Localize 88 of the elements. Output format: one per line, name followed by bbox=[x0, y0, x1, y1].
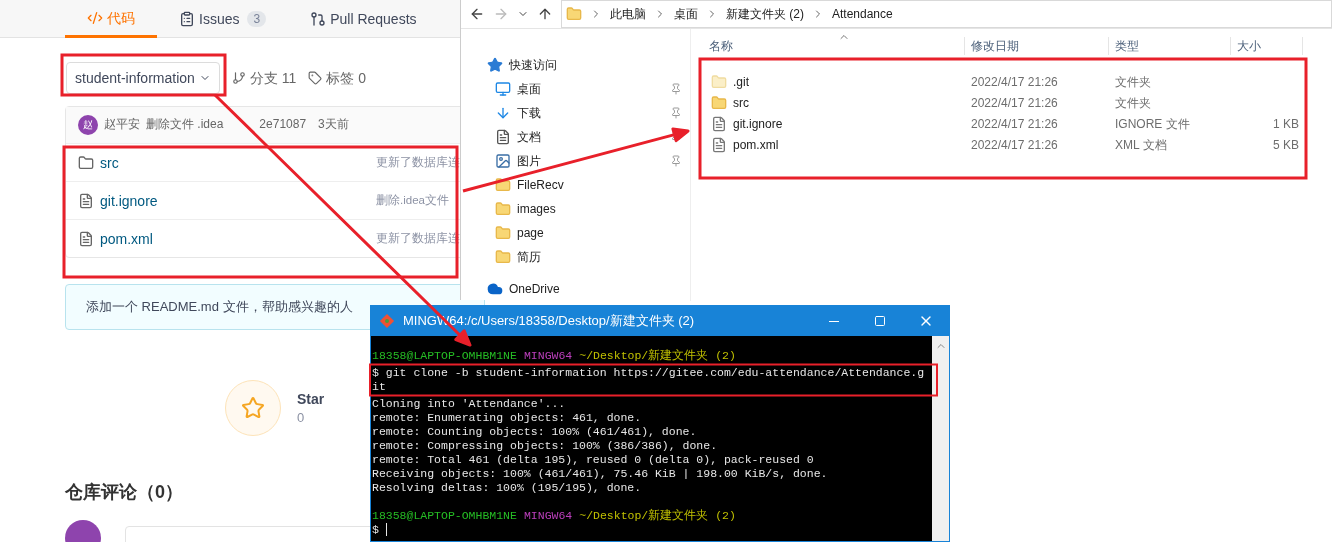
breadcrumb-item[interactable]: 桌面 bbox=[674, 5, 698, 23]
folder-icon bbox=[495, 201, 511, 217]
back-icon[interactable] bbox=[469, 6, 485, 22]
folder-icon bbox=[495, 249, 511, 265]
star-label: Star bbox=[297, 389, 325, 409]
pin-icon bbox=[670, 107, 682, 119]
branch-dropdown[interactable]: student-information bbox=[66, 62, 220, 94]
readme-hint: 添加一个 README.md 文件，帮助感兴趣的人 bbox=[86, 297, 353, 316]
picture-icon bbox=[495, 153, 511, 169]
terminal-output: remote: Counting objects: 100% (461/461), done. bbox=[372, 425, 697, 439]
folder-icon bbox=[495, 225, 511, 241]
star-icon bbox=[487, 57, 503, 73]
prompt-text: MINGW64 bbox=[523, 349, 573, 363]
nav-pane-item[interactable]: 桌面 bbox=[461, 77, 690, 101]
nav-pane-item[interactable]: 快速访问 bbox=[461, 53, 690, 77]
minimize-icon bbox=[829, 320, 839, 322]
terminal-output: Receiving objects: 100% (461/461), 75.46 KiB | 198.00 KiB/s, done. bbox=[372, 467, 828, 481]
terminal-output: it bbox=[372, 380, 386, 394]
file-icon bbox=[78, 192, 94, 209]
pull-request-icon bbox=[310, 11, 327, 27]
column-header[interactable]: 类型 bbox=[1109, 37, 1231, 55]
column-header[interactable]: 修改日期 bbox=[965, 37, 1109, 55]
file-icon bbox=[711, 136, 727, 153]
issues-icon bbox=[179, 11, 195, 27]
breadcrumb-item[interactable]: Attendance bbox=[832, 5, 893, 23]
file-link[interactable]: git.ignore bbox=[100, 190, 158, 211]
file-row[interactable]: git.ignore 2022/4/17 21:26 IGNORE 文件 1 KB bbox=[703, 113, 1332, 134]
last-commit-message: 删除.idea文件 bbox=[376, 193, 449, 209]
folder-icon bbox=[566, 6, 582, 22]
terminal-output: remote: Enumerating objects: 461, done. bbox=[372, 411, 642, 425]
nav-pane-item[interactable]: images bbox=[461, 197, 690, 221]
prompt-text: ~/Desktop/新建文件夹 (2) bbox=[579, 509, 736, 523]
breadcrumb-item[interactable]: 新建文件夹 (2) bbox=[726, 5, 804, 23]
file-row[interactable]: pom.xml 2022/4/17 21:26 XML 文档 5 KB bbox=[703, 134, 1332, 155]
tag-icon bbox=[308, 71, 323, 85]
download-icon bbox=[495, 105, 511, 121]
cloud-icon bbox=[487, 281, 503, 297]
user-avatar: 赵 bbox=[78, 115, 98, 135]
terminal-output: remote: Total 461 (delta 195), reused 0 (delta 0), pack-reused 0 bbox=[372, 453, 814, 467]
terminal-output: $ bbox=[372, 523, 379, 537]
terminal-output: $ git clone -b student-information https://gitee.com/edu-attendance/Attendance.g bbox=[372, 366, 925, 380]
file-icon bbox=[711, 115, 727, 132]
branch-icon bbox=[231, 71, 246, 85]
star-icon bbox=[241, 396, 265, 420]
breadcrumb-item[interactable]: 此电脑 bbox=[610, 5, 646, 23]
file-icon bbox=[78, 230, 94, 247]
file-row[interactable]: src 2022/4/17 21:26 文件夹 bbox=[703, 92, 1332, 113]
prompt-text: 18358@LAPTOP-OMHBM1NE bbox=[372, 349, 517, 363]
terminal-output: remote: Compressing objects: 100% (386/386), done. bbox=[372, 439, 718, 453]
tags-link[interactable]: 标签 0 bbox=[308, 68, 366, 88]
folder-icon bbox=[78, 154, 94, 171]
file-row[interactable]: .git 2022/4/17 21:26 文件夹 bbox=[703, 71, 1332, 92]
pin-icon bbox=[670, 83, 682, 95]
prompt-text: 18358@LAPTOP-OMHBM1NE bbox=[372, 509, 517, 523]
up-icon[interactable] bbox=[537, 6, 553, 22]
repo-tab[interactable]: Pull Requests bbox=[288, 0, 439, 38]
nav-pane-item[interactable]: 图片 bbox=[461, 149, 690, 173]
commit-message: 删除文件 .idea bbox=[146, 116, 224, 134]
desktop-icon bbox=[495, 81, 511, 97]
nav-pane-item[interactable]: page bbox=[461, 221, 690, 245]
document-icon bbox=[495, 129, 511, 145]
count-badge: 3 bbox=[247, 11, 267, 27]
comments-heading: 仓库评论（0） bbox=[65, 481, 183, 504]
text-cursor bbox=[385, 523, 387, 536]
star-count: 0 bbox=[297, 408, 306, 427]
repo-tab[interactable]: Issues 3 bbox=[157, 0, 289, 38]
file-link[interactable]: pom.xml bbox=[100, 228, 153, 249]
address-bar[interactable]: 此电脑 桌面 新建文件夹 (2) Attendance bbox=[561, 0, 1332, 28]
forward-icon[interactable] bbox=[493, 6, 509, 22]
nav-pane-item[interactable]: 下载 bbox=[461, 101, 690, 125]
pin-icon bbox=[670, 155, 682, 167]
terminal-output: Cloning into 'Attendance'... bbox=[372, 397, 566, 411]
terminal-output: Resolving deltas: 100% (195/195), done. bbox=[372, 481, 642, 495]
code-icon bbox=[87, 9, 103, 26]
maximize-icon bbox=[874, 315, 886, 327]
commit-time: 3天前 bbox=[318, 116, 349, 134]
prompt-text: MINGW64 bbox=[523, 509, 573, 523]
commit-hash: 2e71087 bbox=[259, 116, 307, 134]
file-link[interactable]: src bbox=[100, 152, 119, 173]
commit-author: 赵平安 bbox=[104, 116, 140, 134]
nav-pane-item[interactable]: OneDrive bbox=[461, 277, 690, 301]
scrollbar[interactable] bbox=[932, 336, 949, 541]
branches-link[interactable]: 分支 11 bbox=[231, 68, 297, 88]
prompt-text: ~/Desktop/新建文件夹 (2) bbox=[579, 349, 736, 363]
nav-pane-item[interactable]: 简历 bbox=[461, 245, 690, 269]
star-button[interactable] bbox=[225, 380, 281, 436]
column-header[interactable]: 大小 bbox=[1231, 37, 1303, 55]
column-header[interactable]: 名称 bbox=[703, 37, 965, 55]
